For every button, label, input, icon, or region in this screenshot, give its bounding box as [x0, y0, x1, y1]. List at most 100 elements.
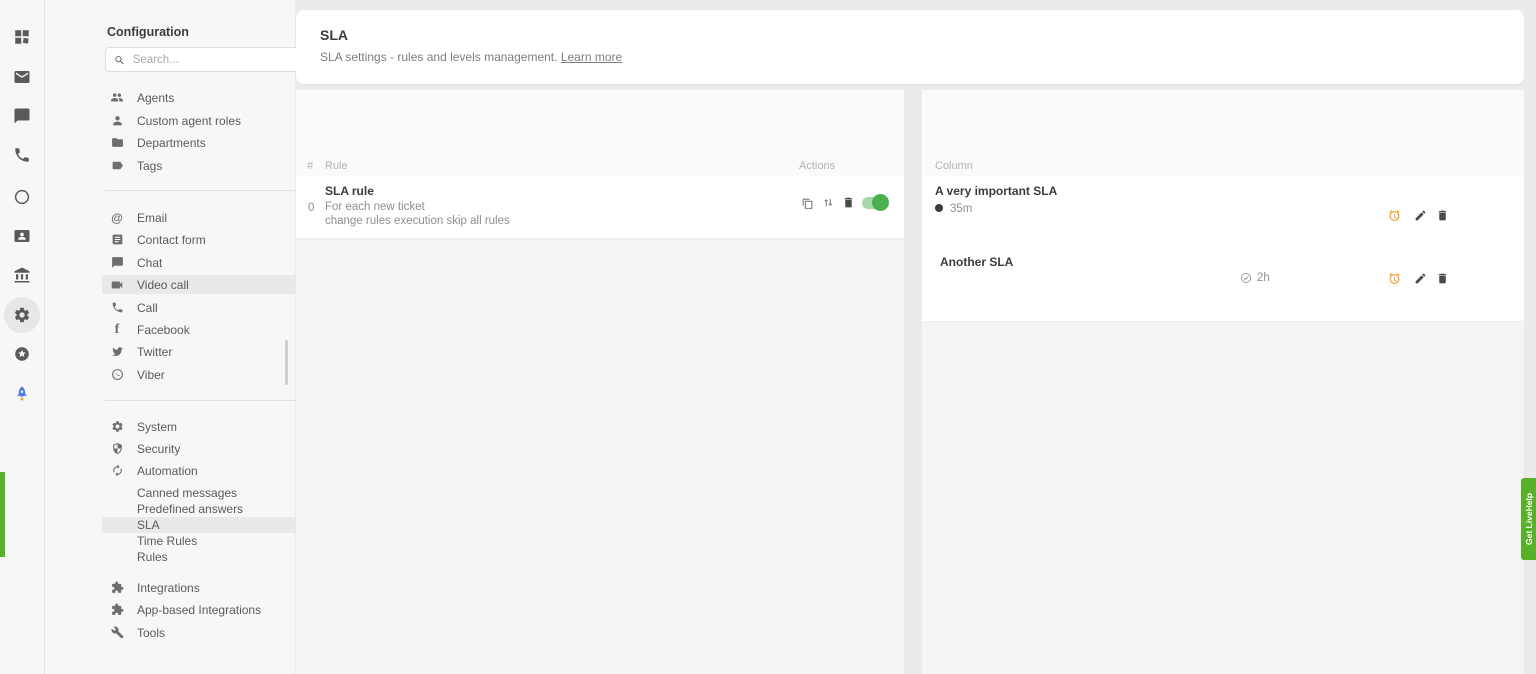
sidebar-subitem-label: Canned messages — [137, 486, 237, 500]
page-subtitle: SLA settings - rules and levels manageme… — [320, 50, 622, 64]
sidebar-subitem-rules[interactable]: Rules — [102, 549, 313, 565]
rocket-icon[interactable] — [13, 385, 31, 403]
sla-levels-panel-header — [922, 90, 1524, 158]
edit-icon[interactable] — [1414, 209, 1427, 222]
sidebar-item-tags[interactable]: Tags — [102, 156, 313, 175]
sla-rules-panel-header — [296, 90, 904, 158]
level-name: A very important SLA — [935, 184, 1057, 198]
chat-icon[interactable] — [13, 107, 31, 125]
sidebar-item-label: Contact form — [137, 233, 206, 247]
contacts-icon[interactable] — [13, 227, 31, 245]
sidebar-item-app-based-integrations[interactable]: App-based Integrations — [102, 600, 313, 619]
sidebar-item-call[interactable]: Call — [102, 298, 313, 317]
edit-icon[interactable] — [1414, 272, 1427, 285]
sidebar-item-twitter[interactable]: Twitter — [102, 342, 313, 361]
sla-level-row[interactable]: Another SLA 2h — [922, 245, 1524, 322]
mail-icon[interactable] — [13, 68, 31, 86]
chat-bubble-icon — [110, 256, 124, 270]
learn-more-link[interactable]: Learn more — [561, 50, 622, 64]
rule-condition: For each new ticket — [325, 201, 425, 213]
rule-enabled-toggle[interactable] — [862, 197, 888, 209]
sidebar-subitem-label: SLA — [137, 518, 160, 532]
delete-icon[interactable] — [1436, 209, 1449, 222]
sidebar-item-video-call[interactable]: Video call — [102, 275, 313, 294]
delete-icon[interactable] — [1436, 272, 1449, 285]
sidebar-item-label: Security — [137, 442, 180, 456]
sidebar-item-label: Email — [137, 211, 167, 225]
phone-icon[interactable] — [13, 146, 31, 164]
sidebar-item-custom-agent-roles[interactable]: Custom agent roles — [102, 111, 313, 130]
sidebar-item-email[interactable]: @ Email — [102, 208, 313, 227]
call-icon — [110, 301, 124, 315]
sidebar-item-label: Agents — [137, 91, 174, 105]
sidebar-subitem-label: Predefined answers — [137, 502, 243, 516]
sla-rule-row[interactable]: 0 SLA rule For each new ticket change ru… — [296, 176, 904, 239]
sidebar-item-chat[interactable]: Chat — [102, 253, 313, 272]
reorder-icon[interactable] — [823, 197, 834, 208]
wrench-icon — [110, 626, 124, 640]
sidebar-scrollbar-thumb[interactable] — [285, 340, 288, 385]
delete-icon[interactable] — [842, 196, 855, 209]
level-badge-text: 35m — [950, 203, 972, 215]
sidebar-item-label: Departments — [137, 136, 206, 150]
sidebar-subitem-label: Rules — [137, 550, 168, 564]
sidebar-item-label: Viber — [137, 368, 165, 382]
sla-level-row[interactable]: A very important SLA 35m — [922, 176, 1524, 246]
get-livehelp-tab[interactable]: Get LiveHelp — [1521, 478, 1536, 560]
sidebar-subitem-sla[interactable]: SLA — [102, 517, 313, 533]
search-input[interactable] — [131, 53, 304, 67]
sidebar-item-label: Chat — [137, 256, 162, 270]
alarm-icon[interactable] — [1388, 272, 1401, 285]
sidebar-item-integrations[interactable]: Integrations — [102, 578, 313, 597]
clock-icon[interactable] — [13, 188, 31, 206]
sidebar-subitem-predefined-answers[interactable]: Predefined answers — [102, 501, 313, 517]
sidebar-item-label: System — [137, 420, 177, 434]
at-icon: @ — [110, 211, 124, 225]
levels-table-header: Column — [922, 158, 1524, 177]
search-icon — [114, 54, 125, 66]
sla-levels-panel: SLA Levels CREATE LEVEL Displaying 1 - 2… — [922, 90, 1524, 674]
sidebar-search[interactable] — [105, 47, 313, 72]
sidebar-item-tools[interactable]: Tools — [102, 623, 313, 642]
shield-icon — [110, 442, 124, 456]
copy-icon[interactable] — [801, 197, 814, 210]
level-name: Another SLA — [940, 255, 1013, 269]
person-icon — [110, 114, 124, 128]
alarm-icon[interactable] — [1388, 209, 1401, 222]
autorenew-icon — [110, 464, 124, 478]
sidebar-item-agents[interactable]: Agents — [102, 88, 313, 107]
sidebar-subitem-time-rules[interactable]: Time Rules — [102, 533, 313, 549]
icon-rail — [0, 0, 45, 674]
badge-star-icon[interactable] — [13, 345, 31, 363]
settings-gear-icon[interactable] — [13, 306, 31, 324]
rule-action-text: change rules execution skip all rules — [325, 215, 510, 227]
sidebar-item-security[interactable]: Security — [102, 439, 313, 458]
column-rule: Rule — [325, 160, 348, 172]
sidebar-item-label: App-based Integrations — [137, 603, 261, 617]
billing-icon[interactable] — [13, 266, 31, 284]
left-livehelp-tab[interactable] — [0, 472, 5, 557]
sidebar-item-system[interactable]: System — [102, 417, 313, 436]
sidebar-item-label: Tags — [137, 159, 162, 173]
sidebar-divider — [105, 190, 313, 191]
dashboard-icon[interactable] — [13, 28, 31, 46]
sidebar-subitem-canned-messages[interactable]: Canned messages — [102, 485, 313, 501]
sidebar-item-viber[interactable]: Viber — [102, 365, 313, 384]
sidebar-item-automation[interactable]: Automation — [102, 461, 313, 480]
page-subtitle-text: SLA settings - rules and levels manageme… — [320, 50, 557, 64]
sidebar-item-contact-form[interactable]: Contact form — [102, 230, 313, 249]
sidebar-item-label: Twitter — [137, 345, 172, 359]
sidebar-item-facebook[interactable]: f Facebook — [102, 320, 313, 339]
sidebar-item-label: Call — [137, 301, 158, 315]
agents-icon — [110, 91, 124, 105]
check-circle-icon — [1240, 272, 1252, 284]
facebook-icon: f — [110, 323, 124, 337]
level-dot-icon — [935, 204, 943, 212]
column-num: # — [307, 160, 313, 172]
rule-order: 0 — [308, 202, 314, 214]
toggle-knob — [872, 194, 889, 211]
sidebar-item-departments[interactable]: Departments — [102, 133, 313, 152]
twitter-icon — [110, 345, 124, 359]
sidebar-item-label: Integrations — [137, 581, 200, 595]
level-time-text: 2h — [1257, 272, 1270, 284]
